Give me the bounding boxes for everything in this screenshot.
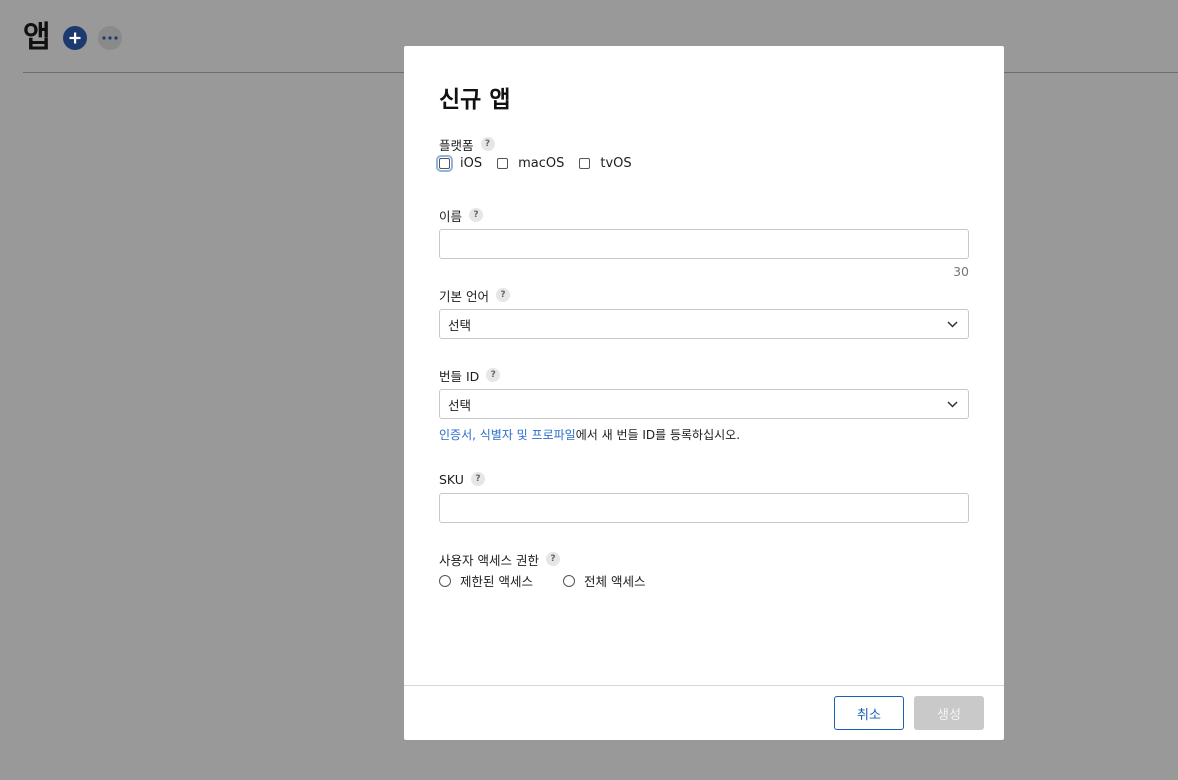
name-char-counter: 30 [953,264,969,279]
sku-label: SKU [439,471,464,487]
bundle-id-helper-text: 에서 새 번들 ID를 등록하십시오. [575,428,741,442]
user-access-field: 사용자 액세스 권한 ? 제한된 액세스 전체 액세스 [439,550,969,590]
user-access-help-icon[interactable]: ? [545,552,560,566]
macos-checkbox[interactable] [497,158,509,169]
chevron-down-icon [947,400,958,408]
user-access-label: 사용자 액세스 권한 [439,552,539,568]
tvos-label: tvOS [600,156,632,171]
ios-label: iOS [460,156,483,171]
more-options-button[interactable] [97,26,122,50]
bundle-id-select[interactable]: 선택 [439,389,969,419]
cancel-button[interactable]: 취소 [834,696,904,730]
language-help-icon[interactable]: ? [495,288,510,302]
platform-option-tvos[interactable]: tvOS [579,156,632,171]
page-header: 앱 [23,18,122,58]
platform-field: 플랫폼 ? iOS macOS tvOS [436,135,969,172]
platform-option-macos[interactable]: macOS [497,156,564,171]
bundle-id-label: 번들 ID [439,368,480,384]
name-field: 이름 ? 30 [439,206,969,279]
language-field: 기본 언어 ? 선택 [439,286,969,339]
bundle-id-select-value: 선택 [448,397,472,413]
certificates-identifiers-link[interactable]: 인증서, 식별자 및 프로파일 [439,428,576,442]
platform-option-ios[interactable]: iOS [436,155,483,172]
platform-help-icon[interactable]: ? [480,137,495,151]
ios-checkbox[interactable] [436,155,453,172]
plus-circle-icon [69,32,81,44]
tvos-checkbox[interactable] [579,158,591,169]
dialog-title: 신규 앱 [439,87,511,113]
sku-help-icon[interactable]: ? [470,472,485,486]
platform-label: 플랫폼 [439,137,474,153]
access-option-full[interactable]: 전체 액세스 [562,571,646,590]
full-access-radio[interactable] [562,574,575,587]
sku-field: SKU ? [439,470,969,523]
chevron-down-icon [947,320,958,328]
page-title: 앱 [23,20,51,55]
bundle-id-helper: 인증서, 식별자 및 프로파일에서 새 번들 ID를 등록하십시오. [439,426,969,443]
dialog-footer: 취소 생성 [404,685,1004,740]
language-select[interactable]: 선택 [439,309,969,339]
name-label: 이름 [439,208,463,224]
add-app-button[interactable] [62,26,87,50]
name-help-icon[interactable]: ? [469,208,484,222]
bundle-id-help-icon[interactable]: ? [486,368,501,382]
new-app-dialog: 신규 앱 플랫폼 ? iOS macOS tvOS 이름 ? 30 기본 언어 … [404,46,1004,740]
access-option-limited[interactable]: 제한된 액세스 [439,571,533,590]
create-button[interactable]: 생성 [914,696,984,730]
sku-input[interactable] [439,493,969,523]
language-select-value: 선택 [448,317,472,333]
limited-access-label: 제한된 액세스 [460,574,533,589]
language-label: 기본 언어 [439,288,489,304]
ellipsis-icon [102,36,118,40]
full-access-label: 전체 액세스 [583,574,646,589]
macos-label: macOS [518,156,565,171]
bundle-id-field: 번들 ID ? 선택 인증서, 식별자 및 프로파일에서 새 번들 ID를 등록… [439,366,969,443]
limited-access-radio[interactable] [439,574,451,587]
name-input[interactable] [439,229,969,259]
